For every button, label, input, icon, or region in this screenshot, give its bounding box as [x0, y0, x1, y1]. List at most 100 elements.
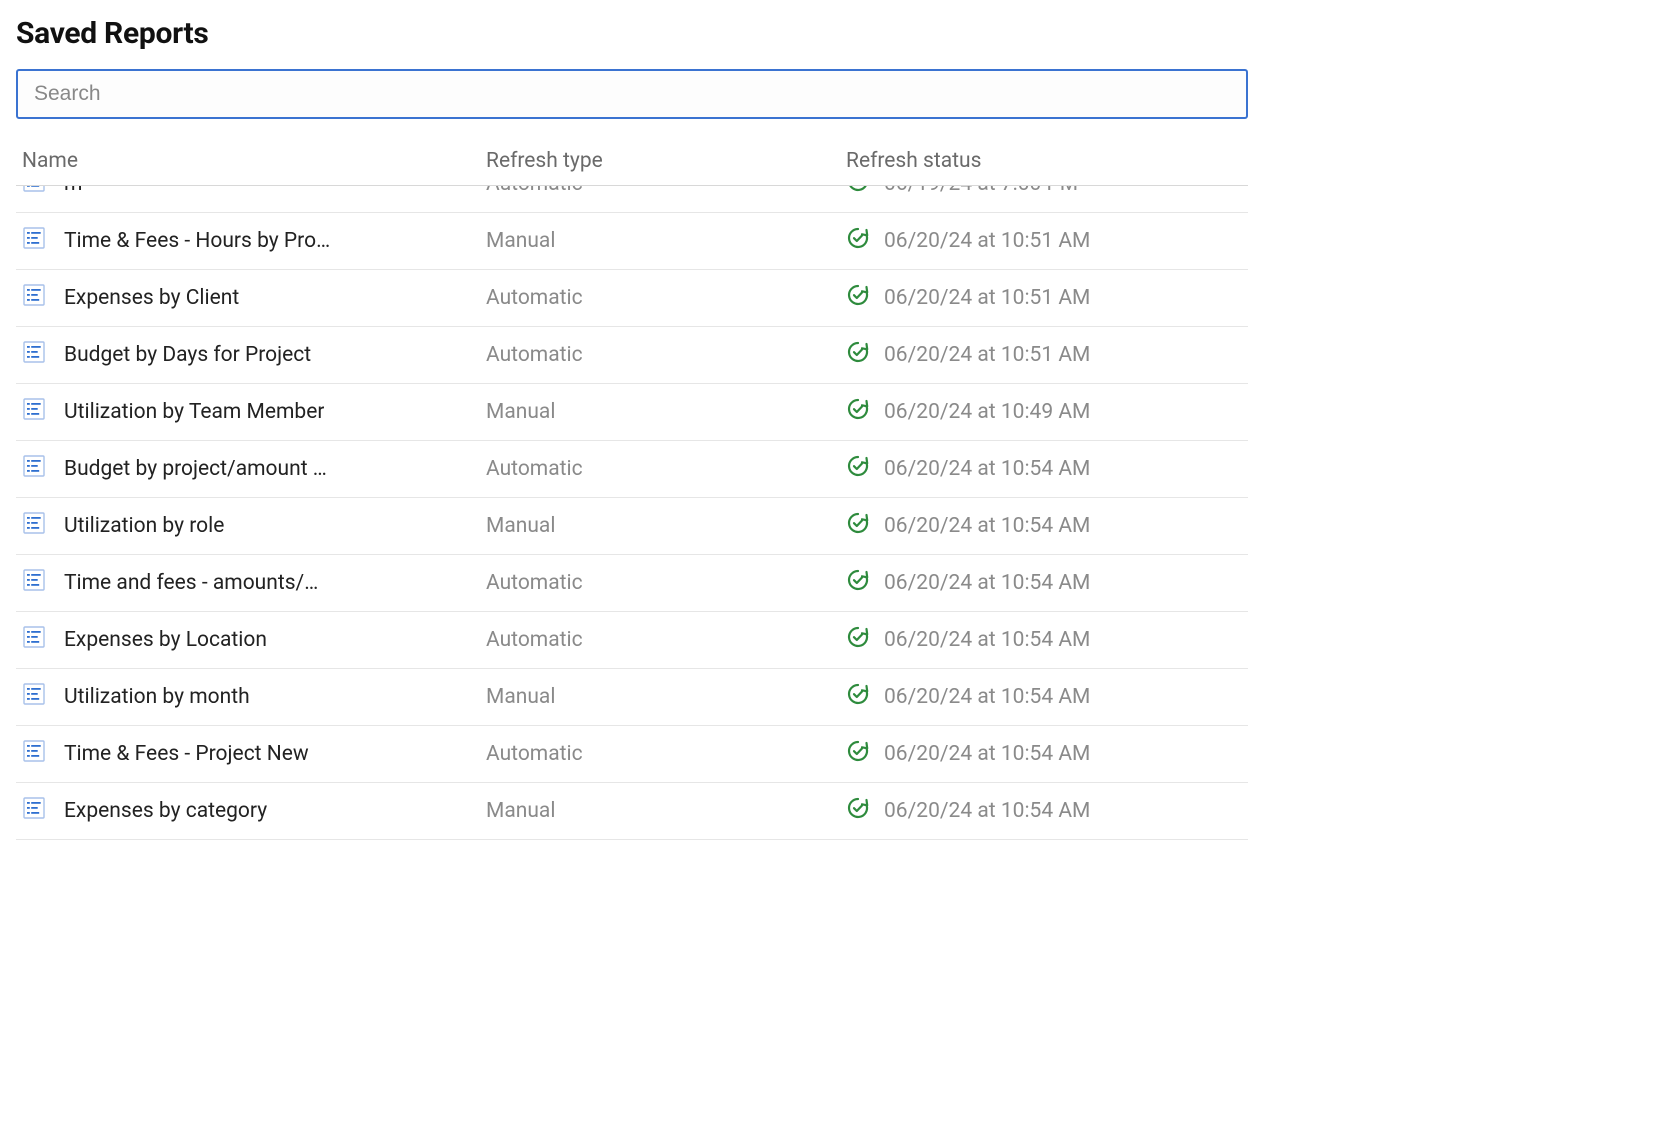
refresh-status-cell: 06/20/24 at 10:54 AM — [846, 625, 1248, 655]
refresh-success-icon — [846, 682, 870, 712]
refresh-success-icon — [846, 568, 870, 598]
report-name: Time & Fees - Hours by Project — [64, 229, 334, 253]
table-row[interactable]: Utilization by Team Member Manual 06/20/2… — [16, 384, 1248, 441]
table-row[interactable]: Expenses by Location Automatic 06/20/24 a… — [16, 612, 1248, 669]
refresh-status: 06/20/24 at 10:54 AM — [884, 799, 1090, 823]
refresh-type: Automatic — [486, 742, 846, 766]
name-cell: Expenses by Location — [16, 625, 486, 655]
refresh-type: Automatic — [486, 186, 846, 196]
refresh-type: Automatic — [486, 571, 846, 595]
reports-table: Name Refresh type Refresh status m Automa… — [16, 141, 1248, 846]
table-row[interactable]: m Automatic 06/19/24 at 7:00 PM — [16, 186, 1248, 213]
refresh-success-icon — [846, 739, 870, 769]
table-row[interactable]: Time & Fees - Hours by Project Manual 06/… — [16, 213, 1248, 270]
table-row[interactable]: Expenses by category Manual 06/20/24 at 1… — [16, 783, 1248, 840]
refresh-type: Manual — [486, 229, 846, 253]
search-input[interactable] — [16, 69, 1248, 119]
column-header-name[interactable]: Name — [16, 149, 486, 173]
table-body[interactable]: m Automatic 06/19/24 at 7:00 PM Time & Fe… — [16, 186, 1248, 846]
report-name: Expenses by category — [64, 799, 267, 823]
name-cell: Time & Fees - Hours by Project — [16, 226, 486, 256]
refresh-status: 06/20/24 at 10:54 AM — [884, 685, 1090, 709]
refresh-success-icon — [846, 397, 870, 427]
refresh-status-cell: 06/20/24 at 10:51 AM — [846, 283, 1248, 313]
name-cell: Budget by project/amount spent — [16, 454, 486, 484]
refresh-success-icon — [846, 226, 870, 256]
refresh-status: 06/20/24 at 10:54 AM — [884, 742, 1090, 766]
report-name: Time & Fees - Project New — [64, 742, 309, 766]
name-cell: Expenses by Client — [16, 283, 486, 313]
table-row[interactable]: Expenses by Client Automatic 06/20/24 at … — [16, 270, 1248, 327]
refresh-status-cell: 06/20/24 at 10:54 AM — [846, 796, 1248, 826]
report-name: Time and fees - amounts/… — [64, 571, 318, 595]
report-name: Expenses by Location — [64, 628, 267, 652]
table-row[interactable]: Budget by Days for ProjectAutomatic 06/2… — [16, 327, 1248, 384]
refresh-status-cell: 06/20/24 at 10:54 AM — [846, 454, 1248, 484]
report-icon — [22, 226, 46, 256]
refresh-status-cell: 06/20/24 at 10:54 AM — [846, 511, 1248, 541]
report-icon — [22, 568, 46, 598]
refresh-status-cell: 06/19/24 at 7:00 PM — [846, 186, 1248, 199]
report-icon — [22, 682, 46, 712]
refresh-type: Automatic — [486, 628, 846, 652]
name-cell: Utilization by Team Member — [16, 397, 486, 427]
report-name: Budget by project/amount spent — [64, 457, 334, 481]
refresh-type: Automatic — [486, 286, 846, 310]
refresh-status: 06/20/24 at 10:54 AM — [884, 571, 1090, 595]
report-icon — [22, 625, 46, 655]
report-icon — [22, 511, 46, 541]
refresh-success-icon — [846, 625, 870, 655]
report-icon — [22, 340, 46, 370]
refresh-success-icon — [846, 511, 870, 541]
refresh-success-icon — [846, 283, 870, 313]
refresh-success-icon — [846, 340, 870, 370]
report-name: Utilization by role — [64, 514, 224, 538]
name-cell: Time and fees - amounts/… — [16, 568, 486, 598]
refresh-type: Manual — [486, 514, 846, 538]
name-cell: Utilization by month — [16, 682, 486, 712]
refresh-status-cell: 06/20/24 at 10:51 AM — [846, 226, 1248, 256]
search-container — [16, 69, 1662, 119]
refresh-status-cell: 06/20/24 at 10:49 AM — [846, 397, 1248, 427]
refresh-status: 06/20/24 at 10:49 AM — [884, 400, 1090, 424]
name-cell: Expenses by category — [16, 796, 486, 826]
report-icon — [22, 454, 46, 484]
name-cell: Utilization by role — [16, 511, 486, 541]
refresh-status: 06/20/24 at 10:54 AM — [884, 514, 1090, 538]
refresh-status-cell: 06/20/24 at 10:54 AM — [846, 682, 1248, 712]
refresh-status: 06/20/24 at 10:51 AM — [884, 343, 1090, 367]
table-row[interactable]: Utilization by month Manual 06/20/24 at 1… — [16, 669, 1248, 726]
table-row[interactable]: Time & Fees - Project New Automatic 06/20… — [16, 726, 1248, 783]
report-icon — [22, 186, 46, 199]
refresh-status-cell: 06/20/24 at 10:54 AM — [846, 739, 1248, 769]
report-name: m — [64, 186, 82, 196]
table-header: Name Refresh type Refresh status — [16, 141, 1248, 186]
refresh-success-icon — [846, 454, 870, 484]
report-icon — [22, 796, 46, 826]
report-name: Utilization by Team Member — [64, 400, 324, 424]
report-icon — [22, 397, 46, 427]
refresh-status: 06/20/24 at 10:51 AM — [884, 229, 1090, 253]
table-row[interactable]: Budget by project/amount spentAutomatic … — [16, 441, 1248, 498]
report-name: Expenses by Client — [64, 286, 239, 310]
refresh-success-icon — [846, 796, 870, 826]
table-row[interactable]: Utilization by role Manual 06/20/24 at 10… — [16, 498, 1248, 555]
refresh-type: Manual — [486, 685, 846, 709]
refresh-status: 06/20/24 at 10:54 AM — [884, 457, 1090, 481]
refresh-success-icon — [846, 186, 870, 199]
column-header-refresh-type[interactable]: Refresh type — [486, 149, 846, 173]
name-cell: m — [16, 186, 486, 199]
refresh-status: 06/19/24 at 7:00 PM — [884, 186, 1078, 196]
column-header-refresh-status[interactable]: Refresh status — [846, 149, 1248, 173]
refresh-type: Manual — [486, 799, 846, 823]
report-name: Budget by Days for Project — [64, 343, 311, 367]
refresh-type: Manual — [486, 400, 846, 424]
report-icon — [22, 283, 46, 313]
name-cell: Budget by Days for Project — [16, 340, 486, 370]
refresh-status-cell: 06/20/24 at 10:54 AM — [846, 568, 1248, 598]
page-title: Saved Reports — [16, 16, 1662, 51]
report-name: Utilization by month — [64, 685, 250, 709]
report-icon — [22, 739, 46, 769]
name-cell: Time & Fees - Project New — [16, 739, 486, 769]
table-row[interactable]: Time and fees - amounts/… Automatic 06/20… — [16, 555, 1248, 612]
